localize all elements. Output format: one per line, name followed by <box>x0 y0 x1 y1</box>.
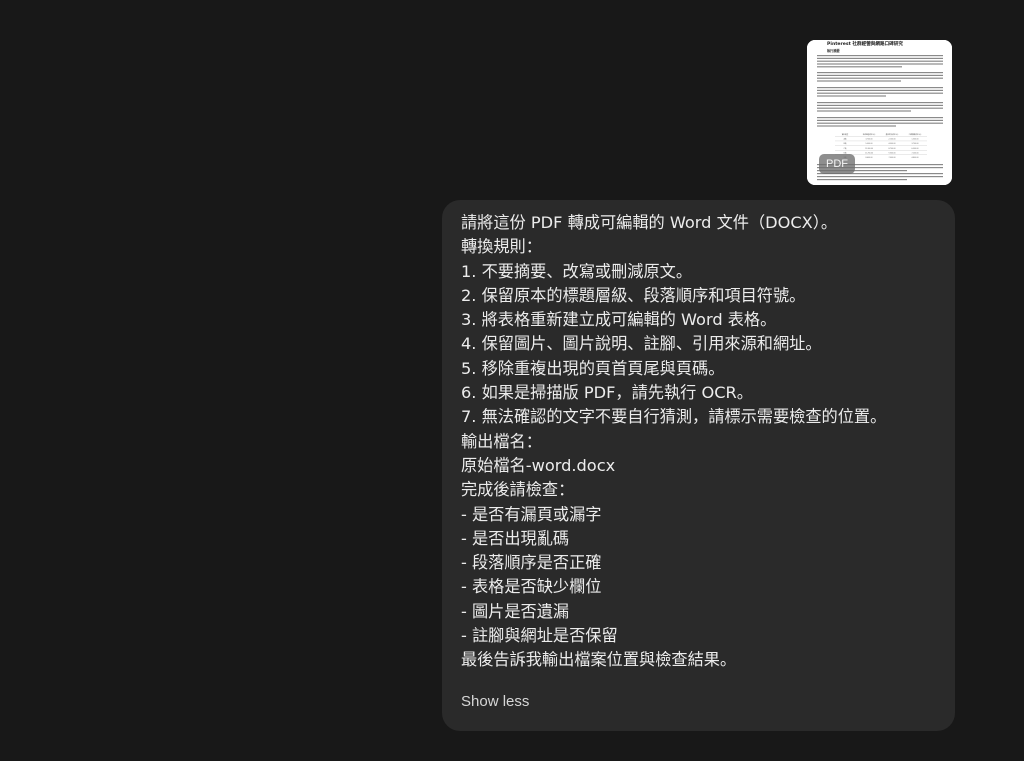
message-line: - 圖片是否遺漏 <box>461 601 570 621</box>
message-line: 6. 如果是掃描版 PDF，請先執行 OCR。 <box>461 383 753 403</box>
message-line: - 表格是否缺少欄位 <box>461 577 602 597</box>
message-line: - 段落順序是否正確 <box>461 553 602 573</box>
pdf-preview-table-cell: 11,700.00 <box>865 152 873 154</box>
pdf-preview-table-cell: 12,300.00 <box>865 148 873 150</box>
pdf-preview-table-cell: 6,500.00 <box>911 148 918 150</box>
message-text: 請將這份 PDF 轉成可編輯的 Word 文件（DOCX）。 轉換規則： 1. 不要… <box>461 211 937 673</box>
pdf-preview-text-line <box>817 74 943 76</box>
message-line: 2. 保留原本的標題層級、段落順序和項目符號。 <box>461 285 806 305</box>
pdf-preview-table-cell: 9,500.00 <box>888 152 895 154</box>
pdf-preview-text-line <box>817 125 896 127</box>
pdf-preview-table-cell: 3,700.00 <box>865 139 872 141</box>
pdf-attachment-thumbnail[interactable]: Pinterest 社群經營與網路口碑研究 執行摘要 資料類型 社群經營成本(元)… <box>807 40 952 185</box>
message-line: - 註腳與網址是否保留 <box>461 626 618 646</box>
pdf-preview-text-line <box>817 89 943 91</box>
pdf-preview-text-line <box>817 80 901 82</box>
pdf-preview-title: Pinterest 社群經營與網路口碑研究 <box>827 40 903 47</box>
pdf-preview-table-cell: 7,000.00 <box>888 157 895 159</box>
pdf-preview-table-cell: 3,700.00 <box>911 143 918 145</box>
pdf-preview-text-line <box>817 60 943 62</box>
message-line: 3. 將表格重新建立成可編輯的 Word 表格。 <box>461 310 777 330</box>
pdf-preview-text-line <box>817 72 943 74</box>
pdf-preview-text-line <box>817 87 943 89</box>
user-message-bubble: 請將這份 PDF 轉成可編輯的 Word 文件（DOCX）。 轉換規則： 1. 不要… <box>442 200 955 731</box>
pdf-preview-table-cell: 8,700.00 <box>888 148 895 150</box>
message-line: 5. 移除重複出現的頁首頁尾與頁碼。 <box>461 358 725 378</box>
pdf-preview-text-line <box>817 104 943 106</box>
message-line: 4. 保留圖片、圖片說明、註腳、引用來源和網址。 <box>461 334 822 354</box>
message-line: 轉換規則： <box>461 237 542 257</box>
pdf-preview-subtitle: 執行摘要 <box>827 48 841 53</box>
message-line: 7. 無法確認的文字不要自行猜測，請標示需要檢查的位置。 <box>461 407 887 427</box>
message-line: 請將這份 PDF 轉成可編輯的 Word 文件（DOCX）。 <box>461 213 838 232</box>
message-line: - 是否出現亂碼 <box>461 528 570 548</box>
pdf-preview-table-cell: 1,300.00 <box>911 139 918 141</box>
message-line: 最後告訴我輸出檔案位置與檢查結果。 <box>461 650 737 670</box>
pdf-preview-text-line <box>817 77 943 79</box>
pdf-preview-text-line <box>817 176 943 178</box>
show-less-toggle[interactable]: Show less <box>461 692 529 712</box>
pdf-preview-table-cell: 4,500.00 <box>888 143 895 145</box>
pdf-preview-table-cell: 2,100.00 <box>888 139 895 141</box>
pdf-preview-text-line <box>817 107 943 109</box>
pdf-preview-table-cell: 5,000.00 <box>865 143 872 145</box>
pdf-preview-text-line <box>817 55 943 57</box>
message-line: 輸出檔名： <box>461 431 542 451</box>
pdf-preview-table-cell: 4,800.00 <box>911 157 918 159</box>
pdf-preview-text-line <box>817 95 886 97</box>
pdf-preview-table-cell: 7,200.00 <box>911 152 918 154</box>
pdf-preview-text-line <box>817 92 943 94</box>
message-line: 完成後請檢查： <box>461 480 575 500</box>
pdf-preview-text-line <box>817 63 943 65</box>
pdf-preview-text-line <box>817 57 943 59</box>
pdf-preview-table-cell: 8,600.00 <box>865 157 872 159</box>
pdf-preview-text-line <box>817 119 943 121</box>
chat-view: Pinterest 社群經營與網路口碑研究 執行摘要 資料類型 社群經營成本(元)… <box>0 0 1024 761</box>
pdf-file-type-badge: PDF <box>819 154 855 174</box>
pdf-preview-text-line <box>817 102 943 104</box>
pdf-preview-text-line <box>817 66 902 68</box>
message-line: 1. 不要摘要、改寫或刪減原文。 <box>461 261 693 281</box>
pdf-preview-text-line <box>817 122 943 124</box>
pdf-preview-text-line <box>817 117 943 119</box>
message-line: - 是否有漏頁或漏字 <box>461 504 602 524</box>
pdf-preview-text-line <box>817 110 911 112</box>
pdf-preview-text-line <box>817 179 907 181</box>
message-line: 原始檔名-word.docx <box>461 455 616 475</box>
